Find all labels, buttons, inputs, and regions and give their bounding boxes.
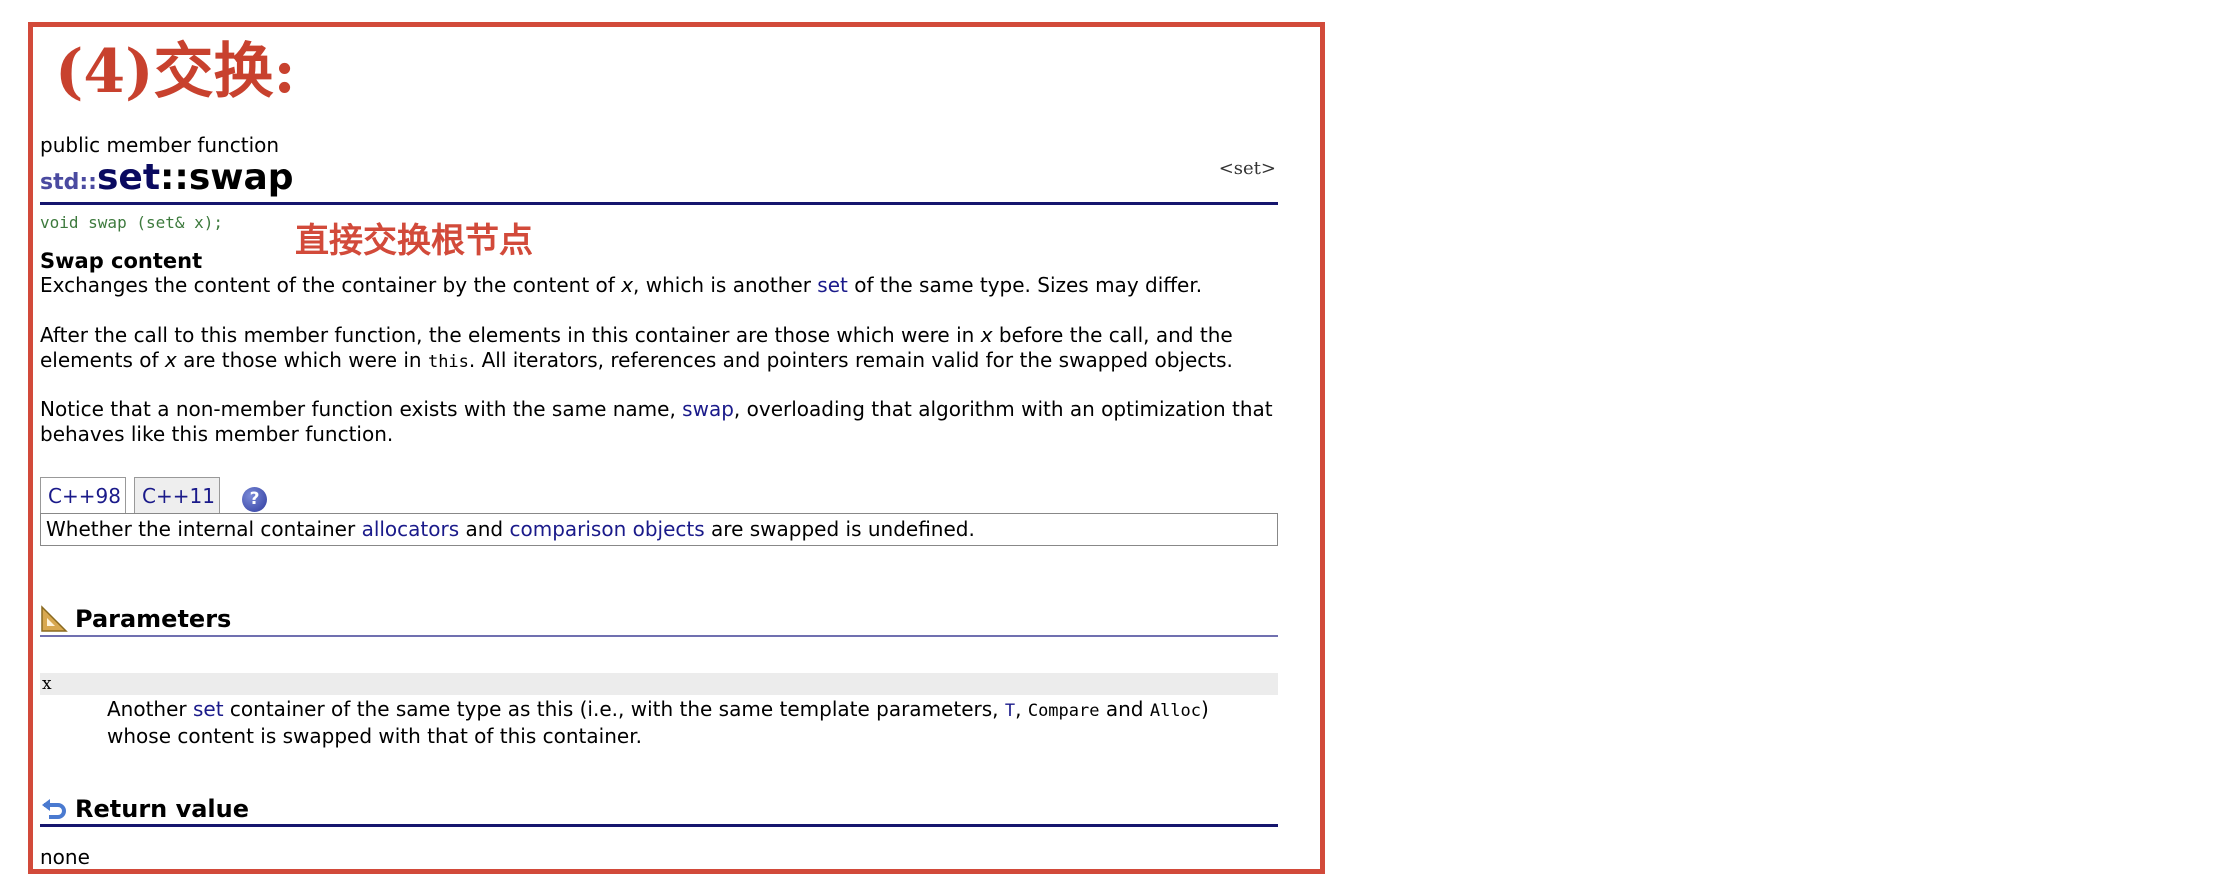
- tab-cpp98[interactable]: C++98: [40, 477, 126, 514]
- annotation-heading: (4)交换:: [55, 37, 296, 107]
- description-paragraph-1: Exchanges the content of the container b…: [40, 273, 1203, 297]
- tab-content: Whether the internal container allocator…: [40, 513, 1278, 546]
- function-prototype: void swap (set& x);: [40, 213, 224, 232]
- parameters-title: Parameters: [75, 605, 232, 633]
- help-icon[interactable]: ?: [242, 487, 267, 512]
- return-value-title: Return value: [75, 795, 250, 823]
- tab-cpp11[interactable]: C++11: [134, 477, 220, 514]
- parameter-description: Another set container of the same type a…: [107, 697, 1209, 748]
- parameters-header: Parameters: [40, 601, 1278, 637]
- swap-link[interactable]: swap: [682, 397, 734, 421]
- title-namespace: std::: [40, 170, 97, 195]
- member-kind-label: public member function: [40, 133, 280, 157]
- return-arrow-icon: [42, 799, 66, 819]
- parameter-name: x: [40, 673, 1278, 695]
- code-this: this: [427, 352, 469, 372]
- page-title: std::set::swap: [40, 157, 1278, 205]
- return-value-header: Return value: [40, 791, 1278, 827]
- set-square-icon: [41, 605, 68, 632]
- title-class: set: [96, 157, 161, 198]
- return-value-text: none: [40, 845, 90, 869]
- title-separator: ::: [160, 157, 189, 198]
- set-link[interactable]: set: [817, 273, 848, 297]
- comparison-objects-link[interactable]: comparison objects: [509, 517, 704, 541]
- annotation-note: 直接交换根节点: [295, 221, 533, 261]
- description-paragraph-3: Notice that a non-member function exists…: [40, 397, 1273, 446]
- set-link-param[interactable]: set: [193, 697, 224, 721]
- title-function: swap: [188, 157, 294, 198]
- description-paragraph-2: After the call to this member function, …: [40, 323, 1233, 372]
- highlight-frame: (4)交换: public member function <set> std:…: [28, 22, 1325, 874]
- allocators-link[interactable]: allocators: [362, 517, 460, 541]
- section-title: Swap content: [40, 249, 203, 273]
